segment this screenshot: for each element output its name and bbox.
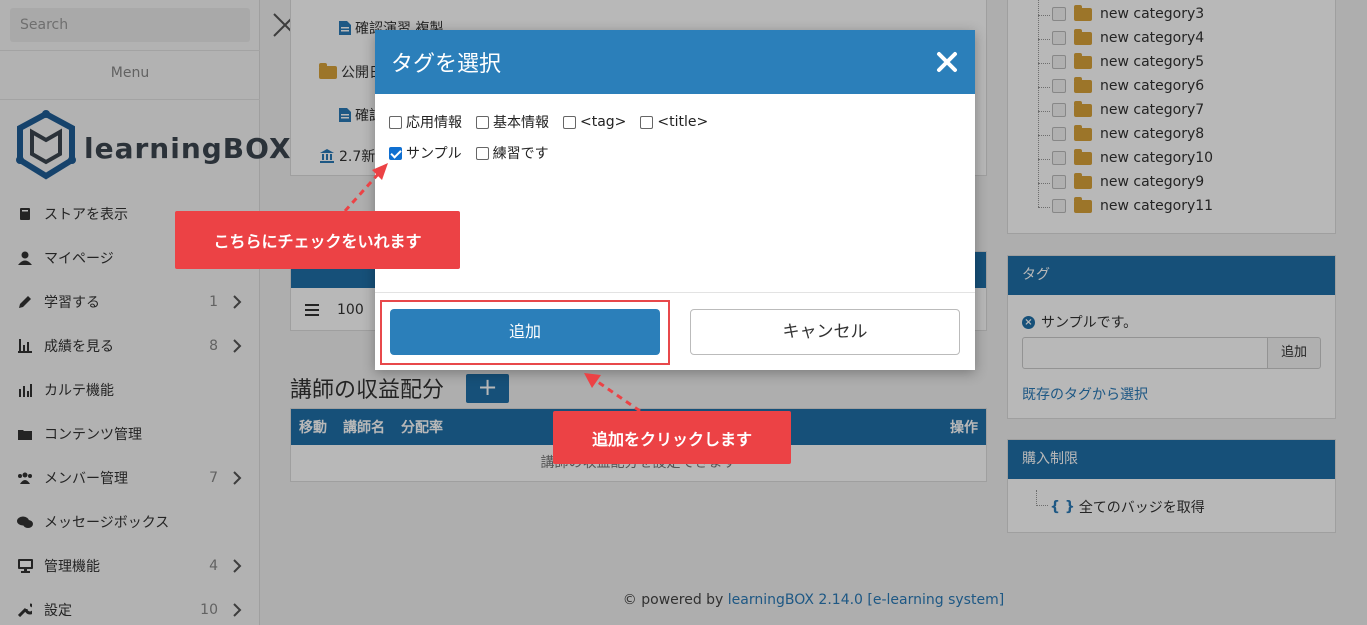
modal-title: タグを選択: [391, 52, 502, 77]
tag-option-label: サンプル: [406, 146, 462, 162]
tag-option-label: 基本情報: [493, 115, 549, 131]
tag-option[interactable]: 応用情報: [389, 112, 462, 132]
tag-option-label: 応用情報: [406, 115, 462, 131]
callout-add: 追加をクリックします: [553, 411, 791, 464]
tag-option-row: サンプル 練習です: [389, 143, 961, 163]
tag-checkbox-checked[interactable]: [389, 146, 402, 160]
tag-option[interactable]: <title>: [640, 114, 708, 130]
tag-checkbox[interactable]: [476, 115, 489, 129]
tag-option[interactable]: <tag>: [563, 114, 626, 130]
tag-option[interactable]: 練習です: [475, 143, 549, 163]
tag-option[interactable]: 基本情報: [476, 112, 549, 132]
close-icon[interactable]: [935, 50, 959, 74]
cancel-button[interactable]: キャンセル: [690, 309, 960, 355]
tag-option-label: 練習です: [492, 146, 549, 162]
tag-option-label: <title>: [657, 114, 709, 130]
modal-header: タグを選択: [375, 30, 975, 94]
tag-checkbox[interactable]: [640, 115, 654, 129]
tag-checkbox[interactable]: [563, 115, 576, 129]
tag-checkbox[interactable]: [389, 115, 402, 129]
tag-option-label: <tag>: [580, 114, 627, 130]
callout-check: こちらにチェックをいれます: [175, 211, 460, 269]
modal-body: 応用情報 基本情報 <tag> <title> サンプル 練習です: [375, 94, 975, 293]
add-button-highlight: [380, 300, 670, 365]
tag-option-row: 応用情報 基本情報 <tag> <title>: [389, 112, 961, 132]
tag-checkbox[interactable]: [475, 146, 489, 160]
tag-option-sample[interactable]: サンプル: [389, 143, 462, 163]
